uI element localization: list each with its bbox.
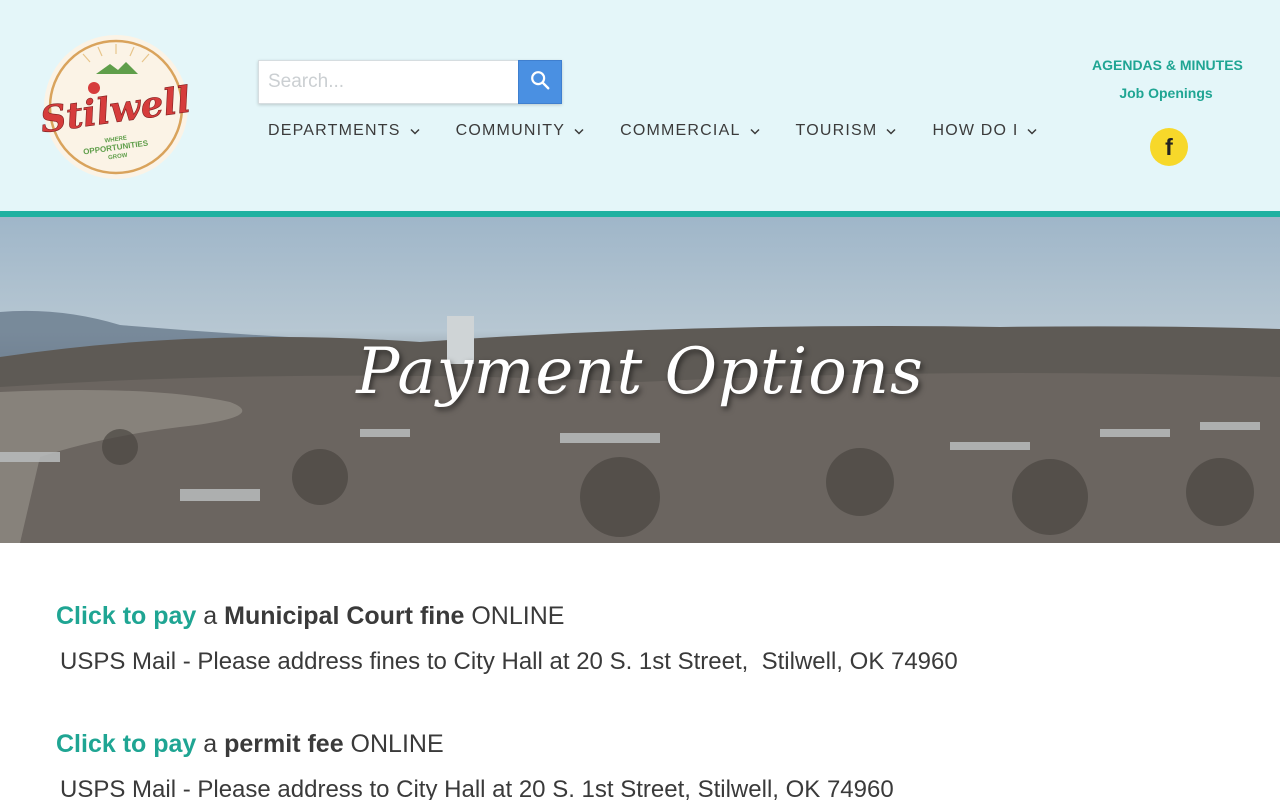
article-text: a [196,602,225,630]
search-button[interactable] [518,60,562,104]
pay-court-fine-link[interactable]: Click to pay [56,602,196,630]
hero-banner: Payment Options [0,217,1280,543]
facebook-glyph: f [1165,133,1173,160]
job-openings-link[interactable]: Job Openings [1092,85,1240,101]
court-fine-label: Municipal Court fine [224,602,465,630]
search-box [258,60,562,104]
nav-item-commercial[interactable]: COMMERCIAL [620,122,760,140]
nav-item-how-do-i[interactable]: HOW DO I [932,122,1038,140]
main-nav: DEPARTMENTS COMMUNITY COMMERCIAL TOURISM… [268,122,1073,140]
chevron-down-icon [750,128,760,135]
chevron-down-icon [1027,128,1038,135]
permit-fee-mail-instructions: USPS Mail - Please address to City Hall … [60,776,894,800]
permit-fee-label: permit fee [224,730,344,758]
pay-permit-fee-link[interactable]: Click to pay [56,730,196,758]
court-fine-line: Click to pay a Municipal Court fine ONLI… [56,598,1226,634]
nav-item-label: COMMUNITY [455,122,566,139]
facebook-icon[interactable]: f [1150,128,1188,166]
nav-item-community[interactable]: COMMUNITY [456,122,584,140]
nav-item-label: COMMERCIAL [620,122,741,139]
site-logo[interactable]: Stilwell WHERE OPPORTUNITIES GROW [37,34,194,180]
online-suffix: ONLINE [343,730,444,758]
chevron-down-icon [886,128,896,135]
search-input[interactable] [258,60,518,104]
article-text: a [196,730,225,758]
nav-item-departments[interactable]: DEPARTMENTS [268,122,420,140]
court-fine-mail-instructions: USPS Mail - Please address fines to City… [60,648,958,675]
search-icon [529,69,551,96]
page-title: Payment Options [356,335,924,409]
chevron-down-icon [410,128,420,135]
online-suffix: ONLINE [464,602,565,630]
nav-item-label: HOW DO I [932,122,1019,139]
nav-item-label: TOURISM [795,122,878,139]
agendas-minutes-link[interactable]: AGENDAS & MINUTES [1092,57,1243,73]
nav-item-label: DEPARTMENTS [268,122,401,139]
permit-fee-line: Click to pay a permit fee ONLINE [56,726,1226,762]
chevron-down-icon [574,128,584,135]
payment-options-content: Click to pay a Municipal Court fine ONLI… [56,598,1226,800]
nav-item-tourism[interactable]: TOURISM [796,122,897,140]
